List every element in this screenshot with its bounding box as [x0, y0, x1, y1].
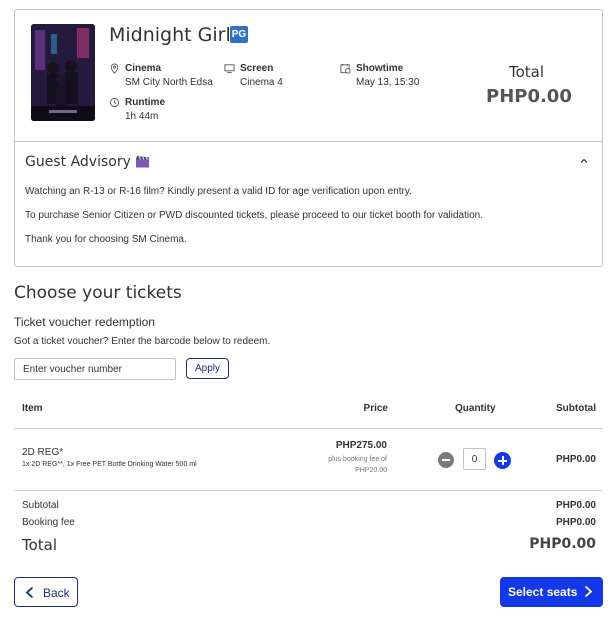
order-total-value: PHP0.00	[486, 86, 572, 107]
cinema-value: SM City North Edsa	[125, 77, 213, 88]
chevron-left-icon	[25, 586, 34, 599]
rating-badge: PG	[230, 26, 248, 43]
movie-poster	[31, 24, 95, 121]
screen-info: Screen Cinema 4	[224, 62, 283, 90]
calendar-clock-icon	[340, 63, 351, 74]
movie-info-section: Midnight Girls PG Cinema SM City North E…	[15, 10, 602, 142]
column-header-item: Item	[22, 403, 43, 414]
voucher-description: Got a ticket voucher? Enter the barcode …	[14, 336, 271, 347]
choose-tickets-heading: Choose your tickets	[14, 283, 182, 303]
quantity-input[interactable]	[463, 448, 486, 470]
booking-fee-note: plus booking fee of PHP20.00	[328, 456, 387, 474]
advisory-line: Thank you for choosing SM Cinema.	[25, 234, 187, 245]
cinema-info: Cinema SM City North Edsa	[110, 62, 213, 90]
screen-value: Cinema 4	[240, 77, 283, 88]
runtime-value: 1h 44m	[125, 111, 159, 122]
grand-total-label: Total	[22, 536, 58, 554]
select-seats-label: Select seats	[508, 585, 578, 599]
showtime-value: May 13, 15:30	[356, 77, 420, 88]
voucher-title: Ticket voucher redemption	[14, 315, 155, 329]
subtotal-label: Subtotal	[22, 500, 59, 511]
booking-fee-value: PHP0.00	[555, 517, 596, 528]
decrease-quantity-button[interactable]	[438, 452, 454, 468]
monitor-icon	[224, 64, 235, 74]
select-seats-button[interactable]: Select seats	[500, 577, 603, 607]
showtime-label: Showtime	[356, 63, 404, 74]
showtime-info: Showtime May 13, 15:30	[340, 62, 420, 90]
order-total-label: Total	[509, 63, 545, 81]
voucher-input[interactable]	[14, 358, 176, 380]
apply-voucher-button[interactable]: Apply	[186, 358, 229, 379]
movie-title: Midnight Girls	[109, 24, 241, 46]
back-button-label: Back	[43, 586, 70, 600]
subtotal-value: PHP0.00	[555, 500, 596, 511]
grand-total-value: PHP0.00	[529, 536, 596, 552]
column-header-quantity: Quantity	[455, 403, 496, 414]
guest-advisory-title: Guest Advisory	[25, 154, 131, 170]
runtime-label: Runtime	[125, 97, 165, 108]
booking-fee-label: Booking fee	[22, 517, 75, 528]
clapperboard-icon	[136, 156, 149, 168]
increase-quantity-button[interactable]	[494, 452, 511, 469]
runtime-info: Runtime 1h 44m	[109, 96, 165, 124]
column-header-price: Price	[363, 403, 388, 414]
movie-summary-card: Midnight Girls PG Cinema SM City North E…	[14, 9, 603, 267]
table-divider	[14, 428, 603, 429]
screen-label: Screen	[240, 63, 274, 74]
poster-image-icon	[31, 24, 95, 121]
back-button[interactable]: Back	[14, 577, 78, 607]
advisory-line: To purchase Senior Citizen or PWD discou…	[25, 210, 484, 221]
row-subtotal: PHP0.00	[555, 454, 596, 465]
ticket-description: 1x 2D REG**, 1x Free PET Bottle Drinking…	[22, 461, 197, 468]
advisory-line: Watching an R-13 or R-16 film? Kindly pr…	[25, 186, 412, 197]
chevron-right-icon	[584, 585, 593, 598]
chevron-up-icon[interactable]	[578, 155, 590, 167]
table-divider	[14, 490, 603, 491]
clock-icon	[109, 97, 120, 108]
ticket-name: 2D REG*	[22, 447, 64, 458]
cinema-label: Cinema	[125, 63, 162, 74]
ticket-price: PHP275.00	[335, 440, 387, 451]
location-pin-icon	[110, 63, 119, 74]
column-header-subtotal: Subtotal	[556, 403, 596, 414]
